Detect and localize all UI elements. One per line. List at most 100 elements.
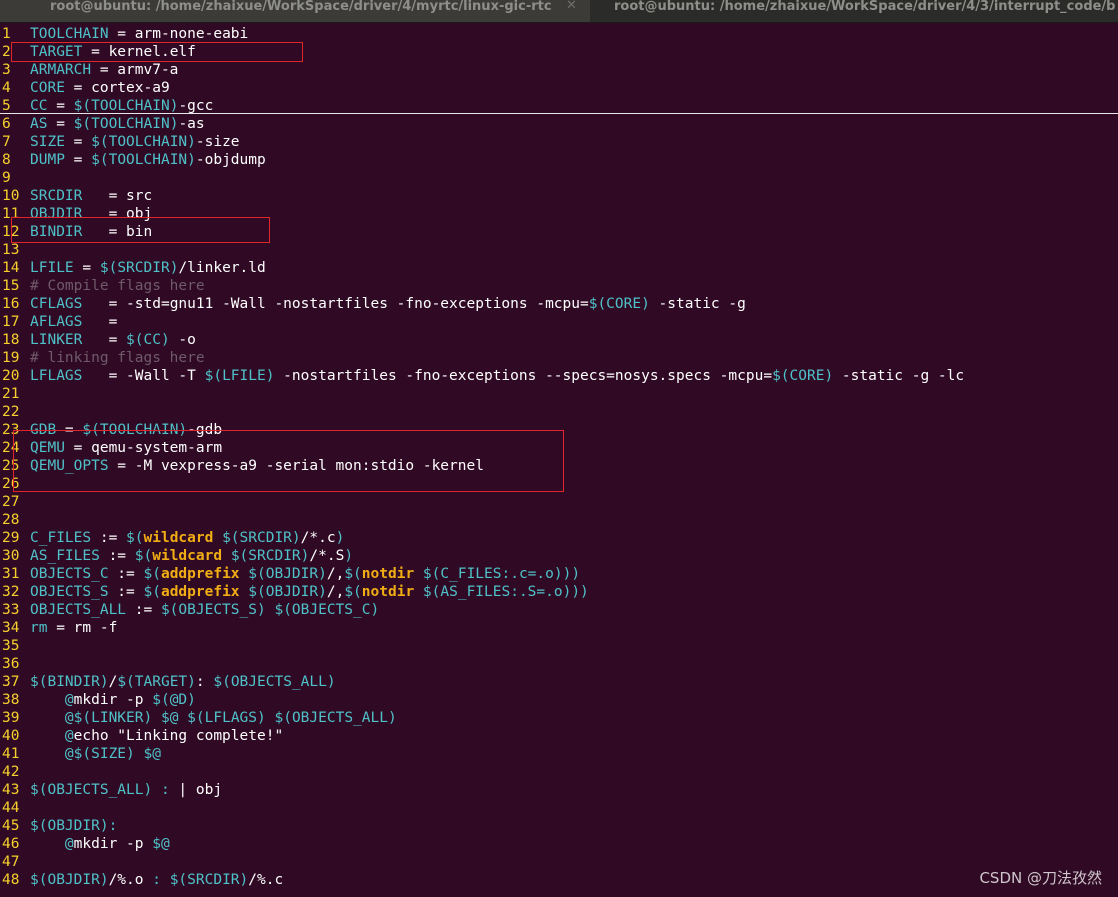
code-variable: SIZE [30,134,65,150]
code-line: 16 CFLAGS = -std=gnu11 -Wall -nostartfile… [0,295,746,313]
line-code: OBJECTS_ALL := $(OBJECTS_S) $(OBJECTS_C) [30,601,379,619]
code-line: 12 BINDIR = bin [0,223,152,241]
line-code: @$(SIZE) $@ [30,745,161,763]
line-number: 29 [2,530,20,546]
tab-title: root@ubuntu: /home/zhaixue/WorkSpace/dri… [50,0,552,14]
code-line: 26 [0,475,20,493]
line-code: $(OBJDIR)/%.o : $(SRCDIR)/%.c [30,871,283,889]
code-variable: $( [134,548,153,564]
code-variable: C_FILES [30,530,92,546]
code-line: 2 TARGET = kernel.elf [0,43,196,61]
vim-editor-buffer[interactable]: 1 TOOLCHAIN = arm-none-eabi 2 TARGET = kern… [0,25,1118,897]
line-code: QEMU_OPTS = -M vexpress-a9 -serial mon:s… [30,457,484,475]
line-number: 35 [2,638,20,654]
code-variable: $(TOOLCHAIN) [73,116,179,132]
line-number: 7 [2,134,11,150]
code-variable: $(OBJECTS_C) [274,602,380,618]
code-variable: TARGET [30,44,83,60]
code-function: addprefix [160,584,240,600]
line-number: 37 [2,674,20,690]
code-variable: $(OBJDIR) [248,566,327,582]
code-function: wildcard [152,548,223,564]
line-number: 39 [2,710,20,726]
code-variable: $(LFILE) [204,368,275,384]
line-number: 11 [2,206,20,222]
code-text: /, [326,584,345,600]
code-text: -static -g -lc [833,368,965,384]
code-line: 24 QEMU = qemu-system-arm [0,439,222,457]
code-text: /*.c [300,530,336,546]
code-text: = [47,98,74,114]
code-text: mkdir -p [73,836,153,852]
line-code: $(BINDIR)/$(TARGET): $(OBJECTS_ALL) [30,673,336,691]
line-number: 21 [2,386,20,402]
line-number: 31 [2,566,20,582]
code-text: -static -g [649,296,746,312]
terminal-tab-active[interactable]: root@ubuntu: /home/zhaixue/WorkSpace/dri… [0,0,590,22]
code-text: = [73,260,100,276]
code-line: 30 AS_FILES := $(wildcard $(SRCDIR)/*.S) [0,547,353,565]
line-number: 34 [2,620,20,636]
line-number: 9 [2,170,11,186]
code-text: -o [169,332,196,348]
code-text: = -M vexpress-a9 -serial mon:stdio -kern… [108,458,484,474]
line-number: 10 [2,188,20,204]
code-variable: $(OBJDIR): [30,818,118,834]
code-variable: $(@D) [152,692,196,708]
code-text: = -Wall -T [82,368,205,384]
code-variable: $( [143,584,161,600]
code-variable: QEMU [30,440,65,456]
code-variable: OBJECTS_S [30,584,109,600]
code-text: / [108,674,118,690]
close-tab-icon[interactable]: ✕ [566,0,577,12]
line-code: AS_FILES := $(wildcard $(SRCDIR)/*.S) [30,547,353,565]
line-code: SIZE = $(TOOLCHAIN)-size [30,133,240,151]
code-variable: $@ [160,710,179,726]
line-code: LINKER = $(CC) -o [30,331,196,349]
code-text: = [64,152,92,168]
code-text: = cortex-a9 [64,80,170,96]
line-code: BINDIR = bin [30,223,152,241]
code-variable: $(AS_FILES:.S=.o))) [422,584,589,600]
code-variable: $(TOOLCHAIN) [73,98,179,114]
code-text: := [99,548,135,564]
line-number: 25 [2,458,20,474]
code-variable: OBJECTS_ALL [30,602,127,618]
code-variable: ) [344,548,354,564]
code-text: = qemu-system-arm [64,440,223,456]
code-line: 33 OBJECTS_ALL := $(OBJECTS_S) $(OBJECTS_… [0,601,379,619]
line-number: 12 [2,224,20,240]
line-code: @$(LINKER) $@ $(LFLAGS) $(OBJECTS_ALL) [30,709,397,727]
line-number: 38 [2,692,20,708]
code-line: 27 [0,493,19,511]
line-number: 26 [2,476,20,492]
line-number: 45 [2,818,20,834]
line-number: 15 [2,278,20,294]
code-variable: OBJDIR [30,206,83,222]
code-variable: $(LFLAGS) [187,710,266,726]
code-text: = [82,314,118,330]
code-variable: ) [335,530,345,546]
code-line: 11 OBJDIR = obj [0,205,152,223]
code-variable: @$(SIZE) [64,746,135,762]
line-number: 16 [2,296,20,312]
code-variable: $@ [152,836,170,852]
code-line: 48 $(OBJDIR)/%.o : $(SRCDIR)/%.c [0,871,283,889]
code-variable: AS [30,116,48,132]
terminal-tab-inactive[interactable]: root@ubuntu: /home/zhaixue/WorkSpace/dri… [590,0,1118,22]
line-number: 28 [2,512,20,528]
line-code: ARMARCH = armv7-a [30,61,178,79]
code-variable: CORE [30,80,65,96]
code-text: -size [195,134,240,150]
line-code: C_FILES := $(wildcard $(SRCDIR)/*.c) [30,529,344,547]
line-code: # linking flags here [30,349,205,367]
code-line: 29 C_FILES := $(wildcard $(SRCDIR)/*.c) [0,529,344,547]
code-variable: $(SRCDIR) [222,530,301,546]
